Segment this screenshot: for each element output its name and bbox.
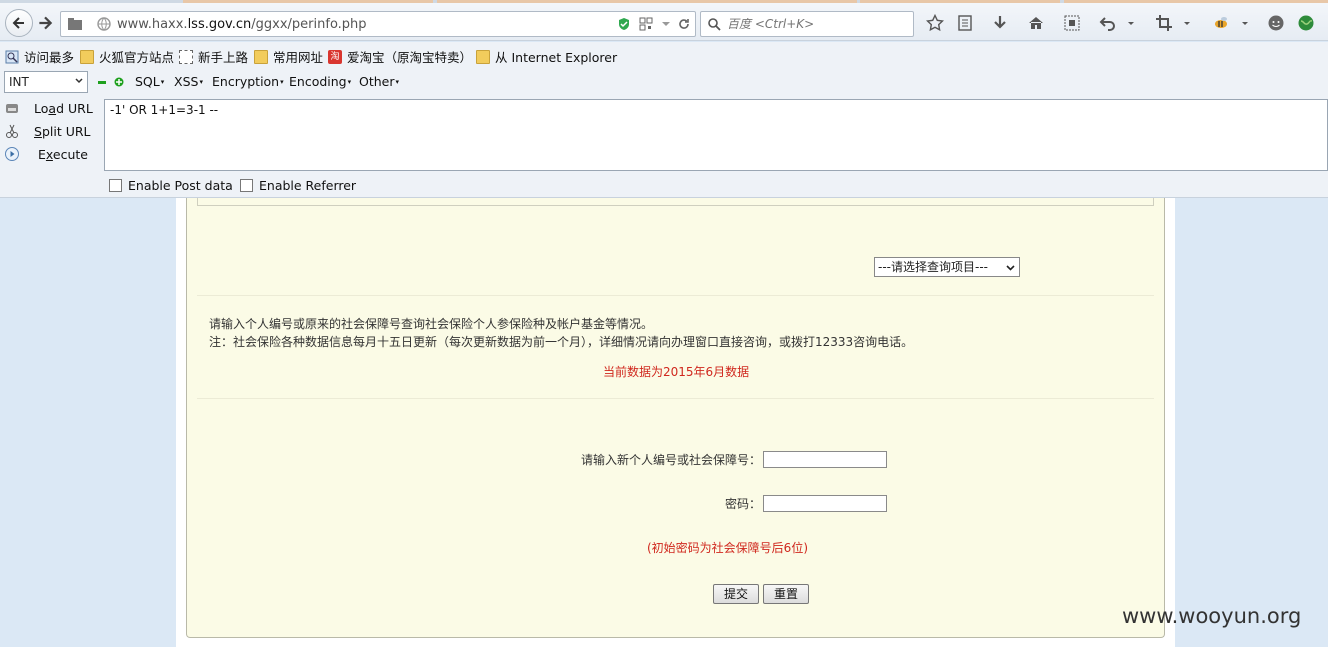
type-select-value: INT xyxy=(9,75,29,89)
watermark: www.wooyun.org xyxy=(1122,604,1302,628)
update-note-text: 注：社会保险各种数据信息每月十五日更新（每次更新数据为前一个月），详细情况请向办… xyxy=(209,335,914,349)
load-url-icon xyxy=(6,104,18,113)
checkbox-box[interactable] xyxy=(109,179,122,192)
folder-icon xyxy=(254,49,268,64)
menu-xss[interactable]: XSS▾ xyxy=(174,74,203,89)
bookmark-label: 常用网址 xyxy=(273,50,324,65)
bookmark-label: 从 Internet Explorer xyxy=(495,50,618,65)
bookmark-getting-started[interactable]: 新手上路 xyxy=(179,47,248,66)
most-visited-icon xyxy=(5,50,19,63)
green-globe-addon-icon[interactable] xyxy=(1297,14,1315,32)
dropdown-arrow-icon[interactable] xyxy=(659,17,673,31)
bookmark-most-visited[interactable]: 访问最多 xyxy=(5,47,74,66)
back-button[interactable] xyxy=(5,9,33,37)
bookmarks-toolbar: 访问最多 火狐官方站点 新手上路 常用网址 淘 爱淘宝（原淘宝特卖） 从 Int… xyxy=(0,42,1328,68)
page-info-icon[interactable] xyxy=(67,17,83,31)
divider xyxy=(197,398,1154,399)
checkbox-box[interactable] xyxy=(240,179,253,192)
download-icon[interactable] xyxy=(991,14,1009,32)
load-url-button[interactable]: Load URL xyxy=(4,100,93,116)
folder-icon xyxy=(80,49,94,64)
password-label: 密码： xyxy=(725,497,762,511)
chat-smiley-icon[interactable] xyxy=(1267,14,1285,32)
chevron-down-icon xyxy=(1006,265,1015,271)
crop-icon[interactable] xyxy=(1155,14,1173,32)
bookmark-firefox-official[interactable]: 火狐官方站点 xyxy=(80,47,174,66)
checkbox-label: Enable Referrer xyxy=(259,178,357,193)
data-month-notice: 当前数据为2015年6月数据 xyxy=(603,365,750,379)
instruction-text: 请输入个人编号或原来的社会保障号查询社会保险个人参保险种及帐户基金等情况。 xyxy=(209,317,654,331)
bookmark-label: 爱淘宝（原淘宝特卖） xyxy=(347,50,473,65)
password-hint: (初始密码为社会保障号后6位) xyxy=(647,541,808,555)
search-bar[interactable] xyxy=(700,11,914,37)
menu-sql[interactable]: SQL▾ xyxy=(135,74,164,89)
bookmarks-list-icon[interactable] xyxy=(956,14,974,32)
split-url-button[interactable]: Split URL xyxy=(4,123,91,139)
enable-referrer-checkbox[interactable]: Enable Referrer xyxy=(240,178,356,193)
reload-icon[interactable] xyxy=(677,17,691,31)
folder-icon xyxy=(476,49,490,64)
checkbox-label: Enable Post data xyxy=(128,178,233,193)
taobao-icon: 淘 xyxy=(328,49,342,64)
bookmark-aitaobao[interactable]: 淘 爱淘宝（原淘宝特卖） xyxy=(328,47,472,66)
bookmark-label: 访问最多 xyxy=(24,50,75,65)
divider xyxy=(197,295,1154,296)
screenshot-icon[interactable] xyxy=(1063,14,1081,32)
panel-header-frame xyxy=(197,198,1154,206)
menu-encoding[interactable]: Encoding▾ xyxy=(289,74,351,89)
play-icon xyxy=(5,147,19,161)
undo-icon[interactable] xyxy=(1099,14,1117,32)
type-select[interactable]: INT xyxy=(4,71,88,93)
bee-addon-icon[interactable] xyxy=(1212,14,1230,32)
navigation-toolbar: www.haxx.lss.gov.cn/ggxx/perinfo.php xyxy=(0,3,1328,41)
hackbar-panel: Load URL Split URL Execute -1' OR 1+1=3-… xyxy=(0,98,1328,198)
url-bar[interactable]: www.haxx.lss.gov.cn/ggxx/perinfo.php xyxy=(60,11,696,37)
qr-code-icon[interactable] xyxy=(639,17,653,31)
query-item-select[interactable]: ---请选择查询项目--- xyxy=(874,257,1020,277)
hackbar-toolbar: INT SQL▾ XSS▾ Encryption▾ Encoding▾ Othe… xyxy=(0,68,1328,98)
globe-icon xyxy=(97,17,111,31)
submit-button[interactable]: 提交 xyxy=(713,584,759,604)
minus-icon[interactable] xyxy=(98,81,106,84)
url-text[interactable]: www.haxx.lss.gov.cn/ggxx/perinfo.php xyxy=(117,17,367,32)
payload-textarea[interactable]: -1' OR 1+1=3-1 -- xyxy=(104,99,1328,171)
chevron-down-icon xyxy=(75,78,83,84)
forward-button[interactable] xyxy=(36,14,54,32)
undo-menu-arrow-icon[interactable] xyxy=(1126,14,1136,32)
query-select-value: ---请选择查询项目--- xyxy=(878,260,988,274)
back-arrow-icon xyxy=(12,17,24,29)
shield-check-icon[interactable] xyxy=(617,17,631,31)
search-icon xyxy=(708,18,721,31)
crop-menu-arrow-icon[interactable] xyxy=(1182,14,1192,32)
plus-icon[interactable] xyxy=(114,77,124,87)
personal-id-input[interactable] xyxy=(763,451,887,468)
personal-id-label: 请输入新个人编号或社会保障号： xyxy=(581,453,762,467)
addon-menu-arrow-icon[interactable] xyxy=(1240,14,1250,32)
execute-button[interactable]: Execute xyxy=(4,146,88,162)
home-icon[interactable] xyxy=(1027,14,1045,32)
bookmark-label: 火狐官方站点 xyxy=(99,50,175,65)
scissors-icon xyxy=(6,124,18,138)
search-input[interactable] xyxy=(727,15,907,33)
menu-other[interactable]: Other▾ xyxy=(359,74,399,89)
bookmark-from-ie[interactable]: 从 Internet Explorer xyxy=(476,47,617,66)
bookmark-star-icon[interactable] xyxy=(926,14,944,32)
reset-button[interactable]: 重置 xyxy=(763,584,809,604)
password-input[interactable] xyxy=(763,495,887,512)
menu-encryption[interactable]: Encryption▾ xyxy=(212,74,284,89)
enable-post-data-checkbox[interactable]: Enable Post data xyxy=(109,178,233,193)
bookmark-label: 新手上路 xyxy=(198,50,249,65)
query-panel: ---请选择查询项目--- 请输入个人编号或原来的社会保障号查询社会保险个人参保… xyxy=(186,198,1165,638)
bookmark-common-sites[interactable]: 常用网址 xyxy=(254,47,323,66)
dashed-page-icon xyxy=(179,49,193,64)
